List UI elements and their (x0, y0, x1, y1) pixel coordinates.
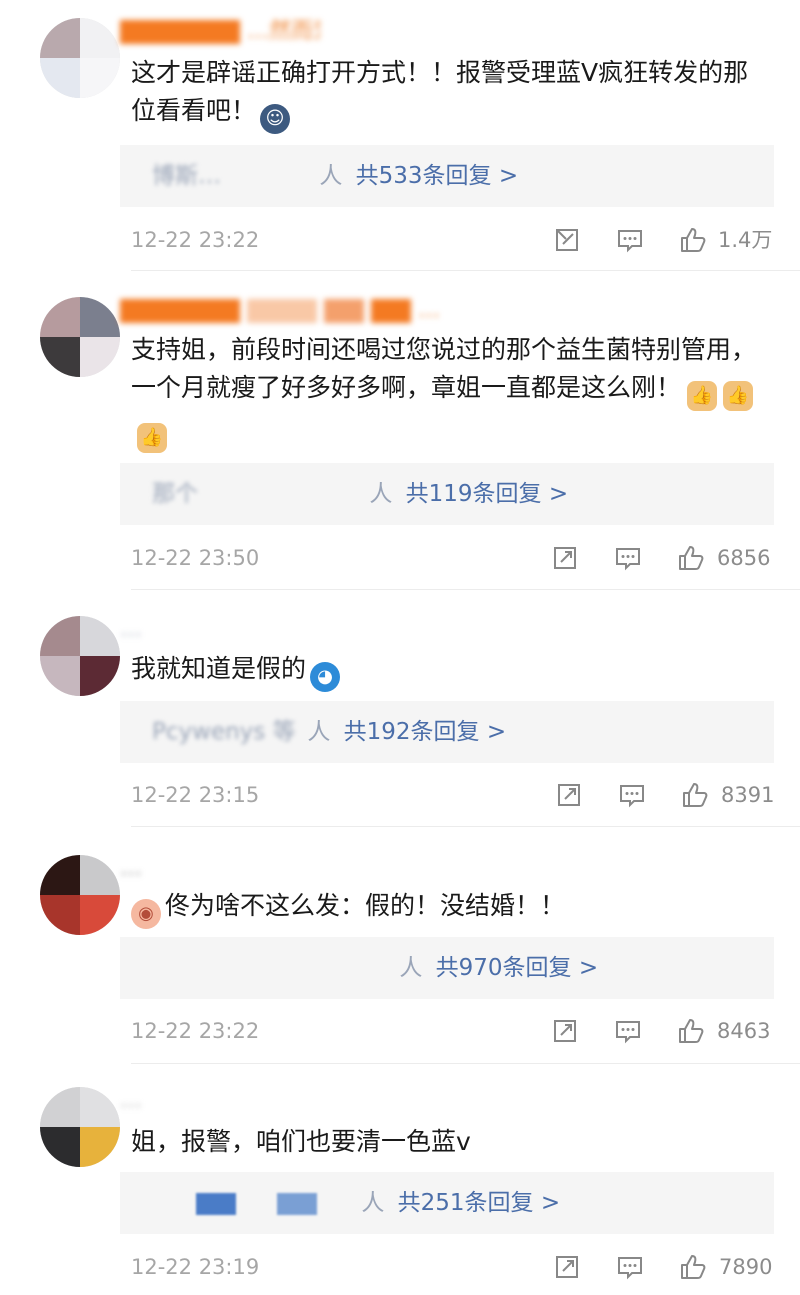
reply-count-link[interactable]: 共192条回复 > (344, 719, 506, 745)
comment-time: 12-22 23:19 (131, 1255, 260, 1279)
reply-count-link[interactable]: 共251条回复 > (398, 1190, 560, 1216)
reply-count-link[interactable]: 共119条回复 > (406, 481, 568, 507)
comment-icon[interactable] (614, 1017, 642, 1045)
like-icon[interactable] (679, 226, 707, 254)
comment-time: 12-22 23:15 (131, 783, 260, 807)
like-icon[interactable] (677, 544, 705, 572)
comment-text: 我就知道是假的 ◕ (131, 650, 771, 692)
reply-names (152, 1172, 354, 1234)
reply-summary[interactable]: 人 共970条回复 > (120, 937, 774, 999)
reply-people-label: 人 (369, 481, 393, 507)
reply-people-label: 人 (307, 719, 331, 745)
comment-time: 12-22 23:22 (131, 228, 260, 252)
like-count: 8391 (721, 783, 775, 807)
share-icon[interactable] (551, 544, 579, 572)
username[interactable]: … (120, 297, 460, 325)
comment-icon[interactable] (614, 544, 642, 572)
comment-icon[interactable] (616, 226, 644, 254)
avatar[interactable] (40, 616, 120, 696)
like-count: 8463 (717, 1019, 771, 1043)
thumbs-up-icon: 👍 (137, 423, 167, 453)
doraemon-icon: ◕ (310, 662, 341, 692)
reply-count-link[interactable]: 共970条回复 > (436, 955, 598, 981)
like-icon[interactable] (681, 781, 709, 809)
thumbs-up-icon: 👍 (723, 381, 754, 411)
share-icon[interactable] (553, 1253, 581, 1281)
reply-people-label: 人 (319, 163, 343, 189)
like-icon[interactable] (677, 1017, 705, 1045)
comment-time: 12-22 23:50 (131, 546, 260, 570)
avatar[interactable] (40, 855, 120, 935)
face-icon: ☺ (260, 104, 291, 134)
share-icon[interactable] (551, 1017, 579, 1045)
like-icon[interactable] (679, 1253, 707, 1281)
like-count: 7890 (719, 1255, 773, 1279)
comment-text: 支持姐，前段时间还喝过您说过的那个益生菌特别管用，一个月就瘦了好多好多啊，章姐一… (131, 331, 771, 453)
comment-text: 这才是辟谣正确打开方式！！报警受理蓝V疯狂转发的那位看看吧！ ☺ (131, 54, 771, 134)
like-count: 1.4万 (718, 228, 773, 252)
comment-time: 12-22 23:22 (131, 1019, 260, 1043)
reply-summary[interactable]: Pcywenys 等 人 共192条回复 > (120, 701, 774, 763)
comment-text: 姐，报警，咱们也要清一色蓝v (131, 1127, 471, 1156)
like-count: 6856 (717, 546, 771, 570)
reply-names: 那个 (152, 481, 198, 507)
avatar[interactable] (40, 1087, 120, 1167)
avatar[interactable] (40, 297, 120, 377)
reply-people-label: 人 (361, 1190, 385, 1216)
comment-text: ◉ 佟为啥不这么发：假的！没结婚！！ (131, 887, 771, 929)
username[interactable]: …然而爱之 (120, 18, 320, 46)
username[interactable]: … (120, 1087, 320, 1115)
share-icon[interactable] (555, 781, 583, 809)
reply-names: Pcywenys 等 (152, 719, 296, 745)
reply-summary[interactable]: 那个 人 共119条回复 > (120, 463, 774, 525)
reply-summary[interactable]: 人 共251条回复 > (120, 1172, 774, 1234)
comment-icon[interactable] (616, 1253, 644, 1281)
username[interactable]: … (120, 855, 480, 883)
pig-face-icon: ◉ (131, 899, 161, 929)
avatar[interactable] (40, 18, 120, 98)
reply-names: 博斯… (152, 163, 221, 189)
thumbs-up-icon: 👍 (687, 381, 718, 411)
share-icon[interactable] (553, 226, 581, 254)
reply-count-link[interactable]: 共533条回复 > (356, 163, 518, 189)
reply-summary[interactable]: 博斯… 人 共533条回复 > (120, 145, 774, 207)
comment-icon[interactable] (618, 781, 646, 809)
reply-people-label: 人 (399, 955, 423, 981)
username[interactable]: … (120, 616, 320, 644)
